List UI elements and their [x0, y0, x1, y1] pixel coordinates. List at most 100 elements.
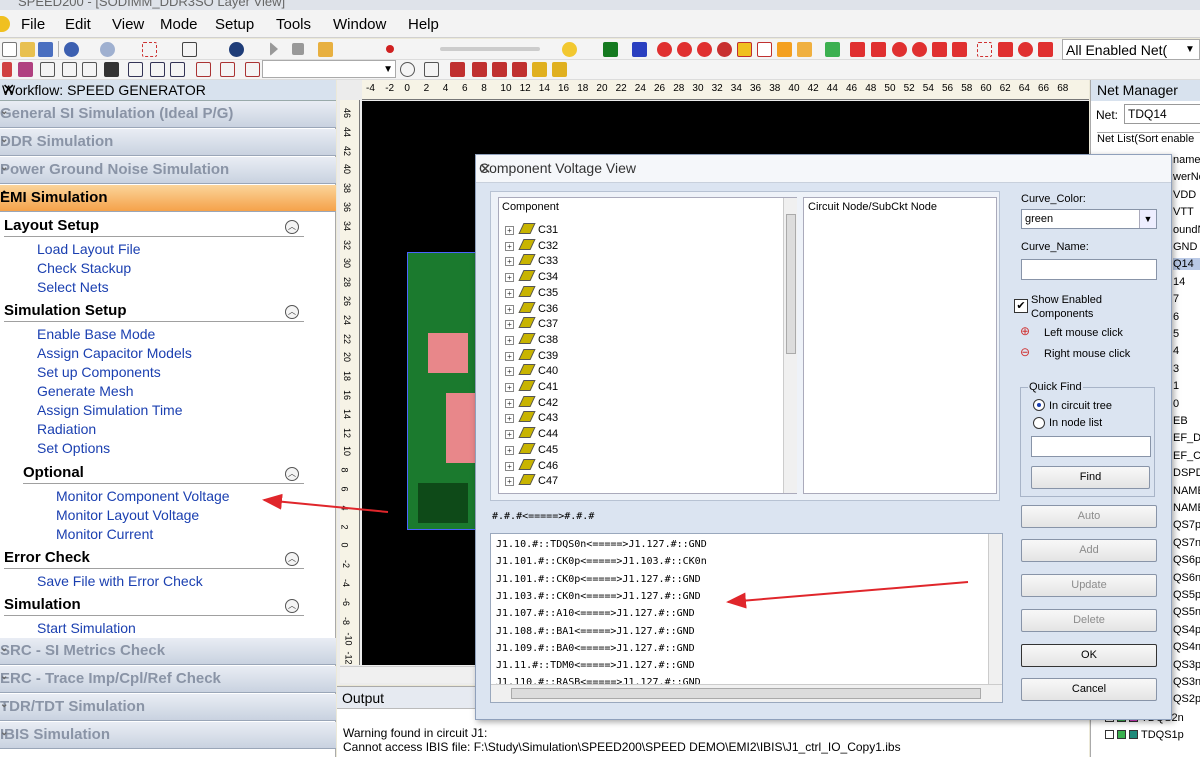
menu-setup[interactable]: Setup [215, 16, 254, 33]
redo-icon[interactable] [100, 42, 115, 57]
tree-item[interactable]: + C44 [505, 427, 558, 443]
route2-icon[interactable] [220, 62, 235, 77]
tree-item[interactable]: + C37 [505, 317, 558, 333]
lines-icon[interactable] [104, 62, 119, 77]
chevron-down-icon[interactable]: ▼ [1183, 41, 1197, 58]
link-load-layout-file[interactable]: Load Layout File [37, 241, 141, 257]
net-list-item[interactable]: name [1173, 154, 1200, 166]
menu-tools[interactable]: Tools [276, 16, 311, 33]
net-list-item[interactable]: GND [1173, 241, 1197, 253]
pair-row[interactable]: J1.109.#::BA0<=====>J1.127.#::GND [496, 643, 695, 654]
section-general-si[interactable]: General SI Simulation (Ideal P/G) ⌄ [0, 101, 336, 128]
chart-icon[interactable] [603, 42, 618, 57]
checkbox[interactable] [1117, 730, 1126, 739]
collapse-icon[interactable]: ︿ [285, 305, 299, 319]
tree-item[interactable]: + C38 [505, 332, 558, 349]
expand-icon[interactable]: + [505, 273, 514, 283]
circuit-node-list[interactable]: Circuit Node/SubCkt Node [803, 197, 997, 494]
pair-row[interactable]: J1.11.#::TDM0<=====>J1.127.#::GND [496, 660, 695, 671]
net-list-item[interactable]: QS7n [1173, 537, 1200, 549]
collapse-icon[interactable]: ︿ [285, 552, 299, 566]
net-list-item[interactable]: QS7p [1173, 519, 1200, 531]
section-tdr-tdt[interactable]: TDR/TDT Simulation ⌄ [0, 694, 336, 721]
pad-icon[interactable] [40, 62, 55, 77]
grid-icon[interactable] [632, 42, 647, 57]
checkbox[interactable] [1105, 730, 1114, 739]
net-list-item[interactable]: 3 [1173, 363, 1179, 375]
menu-mode[interactable]: Mode [160, 16, 198, 33]
net-list-item[interactable]: werNe [1173, 171, 1200, 183]
expand-icon[interactable]: + [505, 226, 514, 235]
net-list-item[interactable]: VDD [1173, 189, 1196, 201]
record-dot-icon[interactable] [386, 45, 394, 53]
radio-in-circuit-tree[interactable] [1033, 399, 1045, 411]
undo-icon[interactable] [64, 42, 79, 57]
chip-icon[interactable] [532, 62, 547, 77]
layer-yellow-icon[interactable] [737, 42, 752, 57]
crop-icon[interactable] [977, 42, 992, 57]
section-ibis[interactable]: IBIS Simulation ⌄ [0, 722, 336, 749]
net-list-item[interactable]: NAME [1173, 485, 1200, 497]
tree-vertical-scrollbar[interactable] [783, 198, 797, 493]
layer-combo[interactable]: ▼ [262, 60, 396, 78]
tree-item[interactable]: + C42 [505, 395, 558, 412]
net-list-item[interactable]: VTT [1173, 206, 1194, 218]
tree-item[interactable]: + C36 [505, 301, 558, 318]
expand-icon[interactable]: + [505, 304, 514, 314]
expand-icon[interactable]: + [505, 430, 514, 440]
chevron-down-icon[interactable]: ▼ [383, 61, 393, 78]
app-icon[interactable] [0, 16, 10, 32]
probe2-icon[interactable] [492, 62, 507, 77]
search-icon[interactable] [400, 62, 415, 77]
zoom-fit-icon[interactable] [182, 42, 197, 57]
collapse-icon[interactable]: ︿ [285, 599, 299, 613]
link-assign-simulation-time[interactable]: Assign Simulation Time [37, 402, 183, 418]
layer-c-icon[interactable] [757, 42, 772, 57]
expand-icon[interactable]: + [505, 477, 514, 487]
layer-red-4-icon[interactable] [717, 42, 732, 57]
tree-item[interactable]: + C32 [505, 238, 558, 255]
paste-icon[interactable] [952, 42, 967, 57]
curve-name-input[interactable] [1021, 259, 1157, 280]
monitor-icon[interactable] [424, 62, 439, 77]
link-set-up-components[interactable]: Set up Components [37, 364, 161, 380]
align-icon[interactable] [128, 62, 143, 77]
component-tree[interactable]: Component + C31 + C32 + C33 + C34 + C35 + C36 + C37 + C… [498, 197, 797, 494]
link-monitor-layout-voltage[interactable]: Monitor Layout Voltage [56, 507, 199, 523]
expand-icon[interactable]: + [505, 461, 514, 471]
link-radiation[interactable]: Radiation [37, 421, 96, 437]
tree-item[interactable]: + C46 [505, 458, 558, 475]
add-button[interactable]: Add [1021, 539, 1157, 562]
tree-item[interactable]: + C45 [505, 442, 558, 459]
tree-item[interactable]: + C41 [505, 380, 558, 396]
section-emi[interactable]: EMI Simulation ⌃ [0, 185, 336, 212]
refresh-icon[interactable] [825, 42, 840, 57]
scroll-thumb[interactable] [786, 214, 796, 354]
auto-button[interactable]: Auto [1021, 505, 1157, 528]
tree-item[interactable]: + C33 [505, 254, 558, 270]
section-power-ground[interactable]: Power Ground Noise Simulation ⌄ [0, 157, 336, 184]
tree-item[interactable]: + C47 [505, 474, 558, 490]
expand-icon[interactable]: + [505, 335, 514, 345]
net-list-item[interactable]: DSPD [1173, 467, 1200, 479]
expand-icon[interactable]: + [505, 445, 514, 455]
pair-row[interactable]: J1.107.#::A10<=====>J1.127.#::GND [496, 608, 695, 619]
net-list-item[interactable]: 14 [1173, 276, 1185, 288]
expand-icon[interactable]: + [505, 367, 514, 377]
plus-box-icon[interactable] [998, 42, 1013, 57]
tree-item[interactable]: + C40 [505, 364, 558, 380]
pair-row[interactable]: J1.108.#::BA1<=====>J1.127.#::GND [496, 626, 695, 637]
link-generate-mesh[interactable]: Generate Mesh [37, 383, 134, 399]
hatch-icon[interactable] [245, 62, 260, 77]
link-enable-base-mode[interactable]: Enable Base Mode [37, 326, 155, 342]
menu-window[interactable]: Window [333, 16, 386, 33]
section-ddr[interactable]: DDR Simulation ⌄ [0, 129, 336, 156]
expand-icon[interactable]: + [505, 398, 514, 408]
spread-icon[interactable] [150, 62, 165, 77]
clipboard-icon[interactable] [318, 42, 333, 57]
pad2-icon[interactable] [62, 62, 77, 77]
expand-icon[interactable]: + [505, 351, 514, 361]
net-list-item[interactable]: 0 [1173, 398, 1179, 410]
close-icon[interactable]: ✕ [479, 160, 1159, 178]
play-icon[interactable] [270, 42, 278, 56]
